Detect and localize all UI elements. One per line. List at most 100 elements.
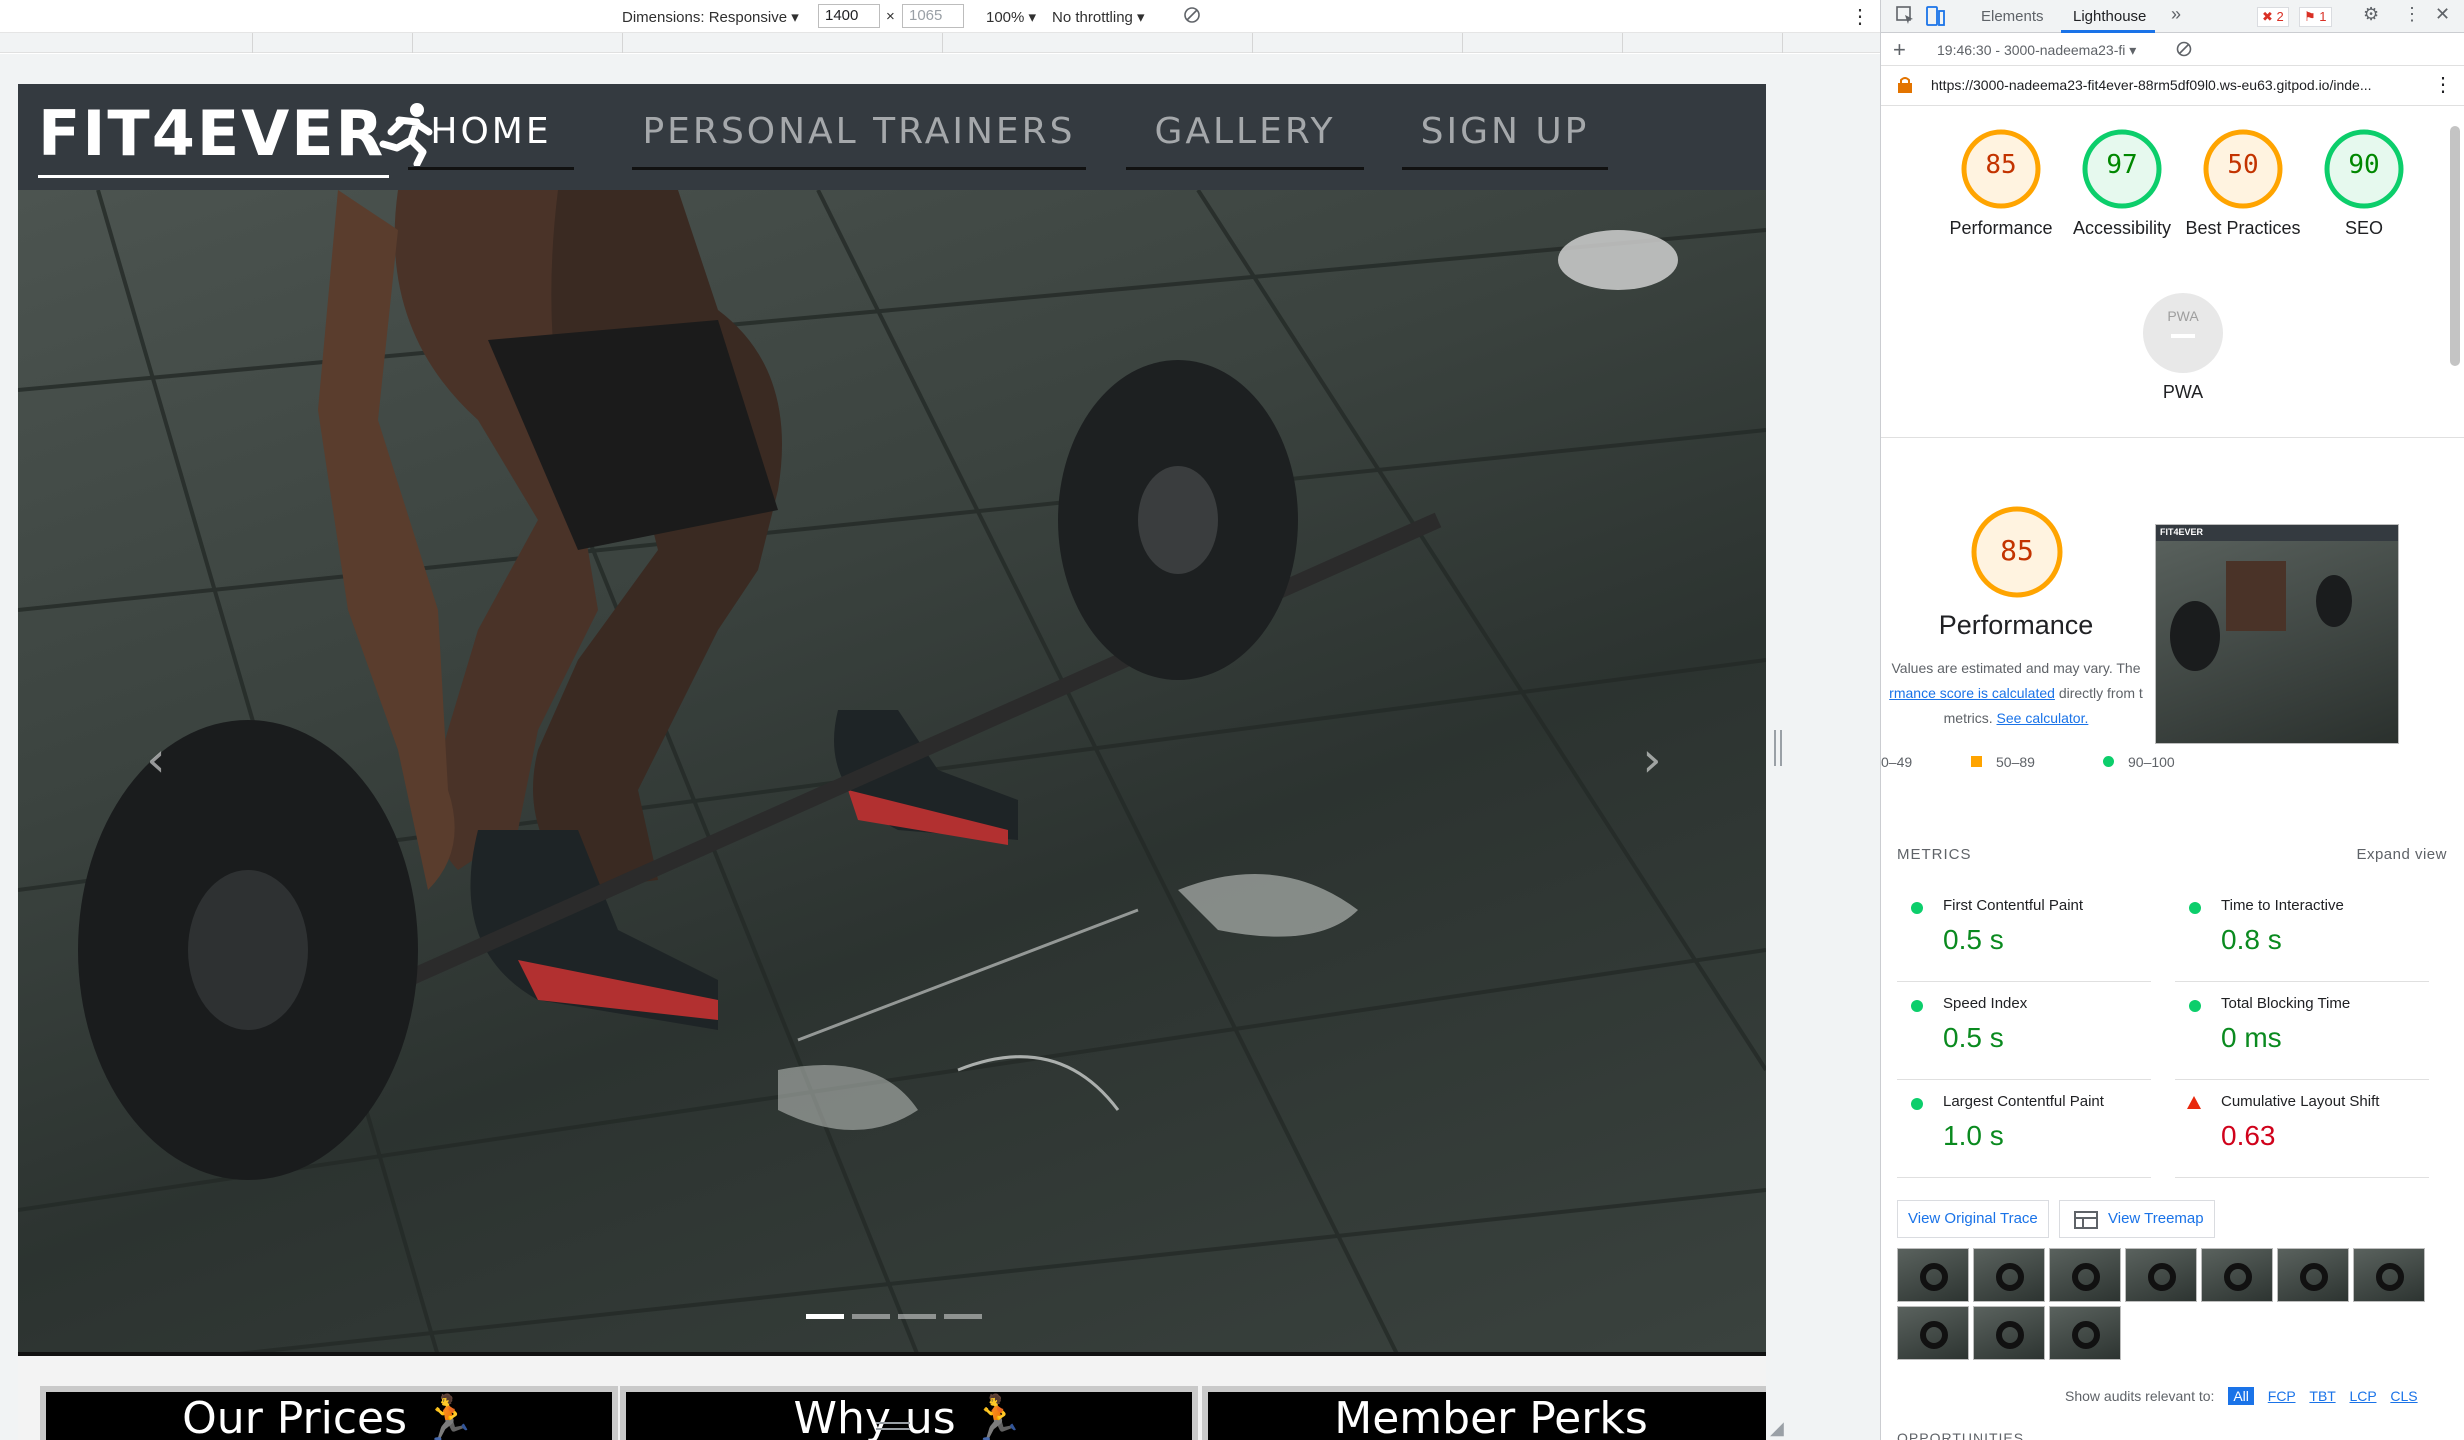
viewport-height-resize-handle[interactable] — [876, 1422, 910, 1430]
circle-icon — [2103, 756, 2114, 767]
more-options-icon[interactable]: ⋮ — [1850, 4, 1870, 29]
issues-badge[interactable]: ⚑ 1 — [2299, 7, 2332, 27]
metric-value: 0.8 s — [2221, 924, 2282, 955]
runner-icon: 🏃 — [969, 1393, 1025, 1440]
rotate-icon[interactable] — [1182, 5, 1202, 29]
throttling-dropdown[interactable]: No throttling ▾ — [1052, 8, 1145, 26]
devtools-panel: Elements Lighthouse » ✖ 2 ⚑ 1 ⚙ ⋮ ✕ + 19… — [1880, 0, 2464, 1440]
carousel-next-arrow[interactable]: › — [1632, 730, 1672, 790]
site-navbar: FIT4EVER HOME PERSONAL TRAINERS GALLERY … — [18, 84, 1766, 190]
gauge-seo[interactable]: 90 SEO — [2304, 128, 2424, 240]
metric-value: 0.5 s — [1943, 1022, 2004, 1053]
filmstrip-frame[interactable] — [2201, 1248, 2273, 1302]
filmstrip-frame[interactable] — [1973, 1248, 2045, 1302]
tab-elements[interactable]: Elements — [1981, 8, 2044, 25]
filter-lcp[interactable]: LCP — [2350, 1388, 2377, 1404]
devtools-tab-bar: Elements Lighthouse » ✖ 2 ⚑ 1 ⚙ ⋮ ✕ — [1881, 0, 2464, 33]
times-sign: × — [886, 8, 895, 25]
settings-gear-icon[interactable]: ⚙ — [2363, 4, 2379, 25]
performance-note: Values are estimated and may vary. The r… — [1881, 656, 2151, 731]
filmstrip-frame[interactable] — [2277, 1248, 2349, 1302]
gauge-label: PWA — [2162, 382, 2204, 402]
viewport-corner-resize-handle[interactable]: ◢ — [1770, 1418, 1784, 1439]
metric-name: Speed Index — [1943, 995, 2028, 1012]
score-value: 85 — [1985, 150, 2017, 180]
see-calculator-link[interactable]: See calculator. — [1997, 710, 2089, 726]
filmstrip-frame[interactable] — [2049, 1306, 2121, 1360]
report-selector[interactable]: 19:46:30 - 3000-nadeema23-fi ▾ — [1937, 42, 2136, 59]
gauge-label: Accessibility — [2072, 218, 2172, 238]
metric-name: Cumulative Layout Shift — [2221, 1093, 2380, 1110]
zoom-dropdown[interactable]: 100% ▾ — [986, 8, 1036, 26]
filmstrip-frame[interactable] — [1897, 1306, 1969, 1360]
site-logo[interactable]: FIT4EVER — [38, 98, 433, 178]
filter-tbt[interactable]: TBT — [2309, 1388, 2335, 1404]
gauge-label: Performance — [1949, 218, 2053, 238]
filmstrip-frame[interactable] — [2049, 1248, 2121, 1302]
audited-url[interactable]: https://3000-nadeema23-fit4ever-88rm5df0… — [1931, 77, 2372, 93]
fail-triangle-icon — [2187, 1096, 2201, 1109]
treemap-icon — [2074, 1211, 2098, 1229]
nav-personal-trainers[interactable]: PERSONAL TRAINERS — [632, 104, 1086, 170]
width-input[interactable]: 1400 — [818, 4, 880, 28]
metric-name: Time to Interactive — [2221, 897, 2344, 914]
close-icon[interactable]: ✕ — [2435, 4, 2450, 25]
gauge-performance[interactable]: 85 Performance — [1941, 128, 2061, 240]
viewport-width-resize-handle[interactable] — [1774, 730, 1782, 766]
new-report-icon[interactable]: + — [1893, 37, 1906, 63]
carousel-indicator[interactable] — [852, 1314, 890, 1319]
note-text: directly from t — [2058, 685, 2143, 701]
filmstrip-frame[interactable] — [1897, 1248, 1969, 1302]
more-options-icon[interactable]: ⋮ — [2403, 4, 2421, 25]
nav-gallery[interactable]: GALLERY — [1126, 104, 1364, 170]
carousel-indicator[interactable] — [944, 1314, 982, 1319]
performance-section: 85 Performance Values are estimated and … — [1881, 440, 2464, 1440]
carousel-prev-arrow[interactable]: ‹ — [136, 730, 176, 790]
gauge-best-practices[interactable]: 50 Best Practices — [2183, 128, 2303, 240]
final-screenshot-thumbnail[interactable]: FIT4EVER — [2155, 524, 2399, 744]
nav-home[interactable]: HOME — [408, 104, 574, 170]
metric-name: First Contentful Paint — [1943, 897, 2084, 914]
height-input[interactable]: 1065 — [902, 4, 964, 28]
carousel-indicator[interactable] — [898, 1314, 936, 1319]
more-tabs-icon[interactable]: » — [2171, 4, 2181, 25]
score-gauges: 85 Performance 97 Accessibility 50 Best … — [1881, 106, 2464, 438]
audited-url-bar: https://3000-nadeema23-fit4ever-88rm5df0… — [1881, 66, 2464, 106]
nav-sign-up[interactable]: SIGN UP — [1402, 104, 1608, 170]
errors-badge[interactable]: ✖ 2 — [2257, 7, 2289, 27]
gauge-pwa[interactable]: PWA PWA — [2123, 292, 2243, 404]
metric-value: 0.63 — [2221, 1120, 2276, 1151]
device-toolbar-toggle-icon[interactable] — [1925, 5, 1945, 31]
score-value: 85 — [2000, 534, 2034, 567]
filter-fcp[interactable]: FCP — [2268, 1388, 2296, 1404]
carousel-indicator[interactable] — [806, 1314, 844, 1319]
filter-all[interactable]: All — [2228, 1387, 2254, 1405]
gauge-accessibility[interactable]: 97 Accessibility — [2062, 128, 2182, 240]
pass-icon — [1911, 1000, 1923, 1012]
report-menu-icon[interactable]: ⋮ — [2433, 72, 2453, 97]
thumbnail-navbar: FIT4EVER — [2156, 525, 2398, 541]
gauge-label: Best Practices — [2185, 218, 2301, 238]
note-text: metrics. — [1943, 710, 1993, 726]
inspect-element-icon[interactable] — [1895, 5, 1915, 29]
filter-cls[interactable]: CLS — [2390, 1388, 2417, 1404]
expand-view-toggle[interactable]: Expand view — [2356, 846, 2447, 863]
metric-name: Largest Contentful Paint — [1943, 1093, 2104, 1110]
pass-icon — [2189, 902, 2201, 914]
score-value: 90 — [2348, 150, 2380, 180]
hero-carousel[interactable]: ‹ › — [18, 190, 1766, 1356]
device-toolbar: Dimensions: Responsive ▾ 1400 × 1065 100… — [0, 0, 1880, 33]
filmstrip-frame[interactable] — [2125, 1248, 2197, 1302]
metrics-header: METRICS Expand view — [1897, 846, 2447, 863]
website-viewport: FIT4EVER HOME PERSONAL TRAINERS GALLERY … — [18, 84, 1766, 1440]
dimensions-dropdown[interactable]: Dimensions: Responsive ▾ — [622, 8, 799, 26]
filmstrip-frame[interactable] — [1973, 1306, 2045, 1360]
legend-pass: 90–100 — [2103, 754, 2175, 770]
tab-lighthouse[interactable]: Lighthouse — [2073, 8, 2146, 25]
filmstrip-frame[interactable] — [2353, 1248, 2425, 1302]
view-treemap-button[interactable]: View Treemap — [2059, 1200, 2215, 1238]
score-calculated-link[interactable]: rmance score is calculated — [1889, 685, 2055, 701]
view-original-trace-button[interactable]: View Original Trace — [1897, 1200, 2049, 1238]
hero-image — [18, 190, 1766, 1352]
clear-reports-icon[interactable] — [2175, 40, 2193, 61]
